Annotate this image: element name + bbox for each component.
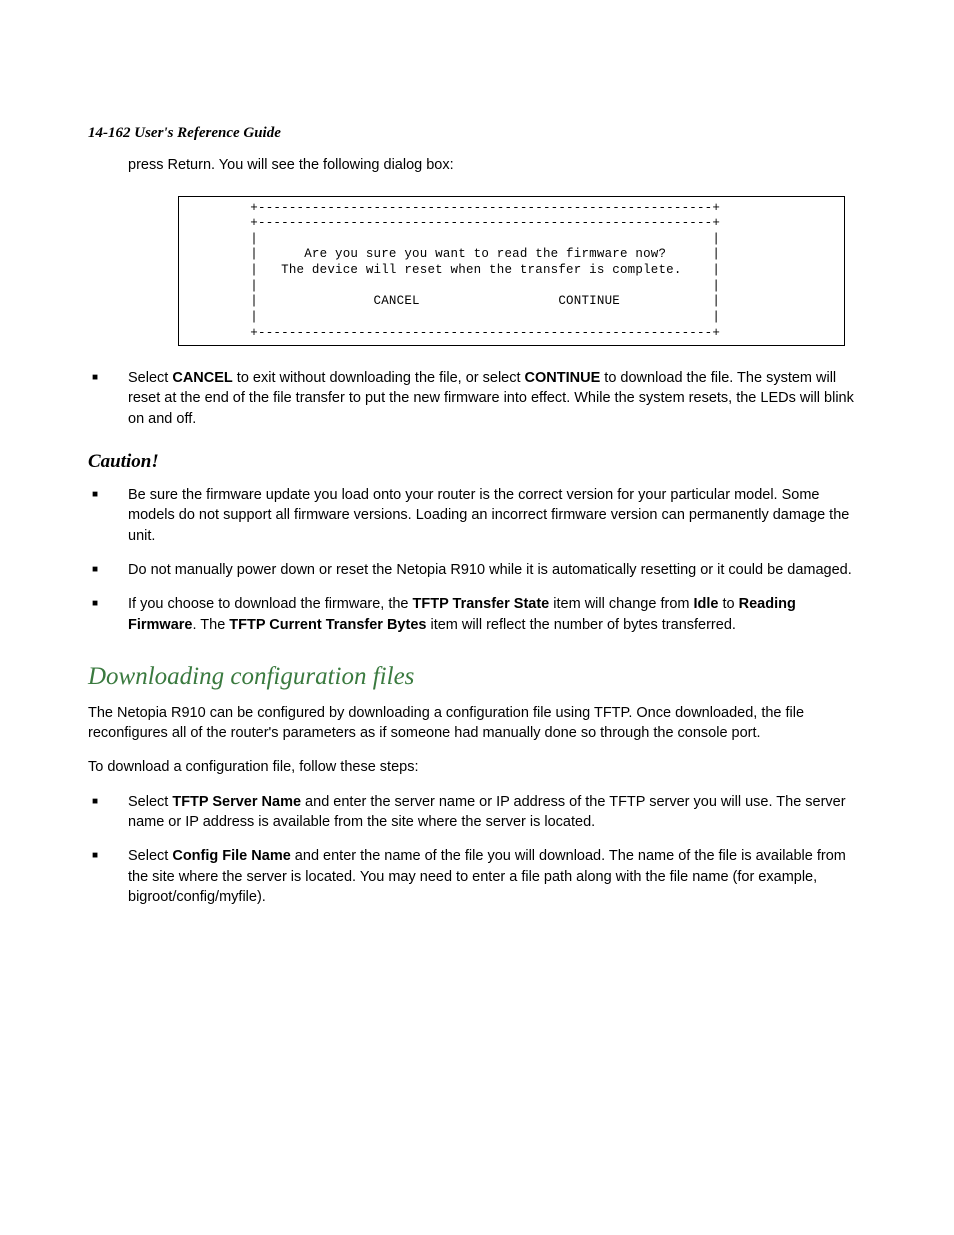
bullet-item: Select Config File Name and enter the na… (88, 846, 866, 907)
bullet-item: Select CANCEL to exit without downloadin… (88, 368, 866, 429)
bold-run: CONTINUE (525, 370, 601, 386)
bold-run: CANCEL (172, 370, 232, 386)
caution-bullet-list: Be sure the firmware update you load ont… (88, 485, 866, 635)
text-run: to (718, 596, 738, 612)
dialog-border-top2: +---------------------------------------… (181, 216, 720, 230)
dialog-buttons: | CANCEL CONTINUE | (181, 294, 720, 308)
text-run: . The (192, 617, 229, 633)
bullet-list-1: Select CANCEL to exit without downloadin… (88, 368, 866, 429)
bold-run: TFTP Current Transfer Bytes (229, 617, 426, 633)
bold-run: TFTP Server Name (172, 794, 301, 810)
dialog-blank2: | | (181, 279, 720, 293)
dialog-ascii: +---------------------------------------… (179, 197, 844, 346)
body-paragraph: To download a configuration file, follow… (88, 757, 866, 777)
section-heading: Downloading configuration files (88, 663, 866, 691)
page-header: 14-162 User's Reference Guide (88, 125, 866, 142)
text-run: Select (128, 848, 172, 864)
dialog-line1: | Are you sure you want to read the firm… (181, 247, 720, 261)
text-run: Select (128, 794, 172, 810)
intro-text: press Return. You will see the following… (128, 156, 866, 176)
document-page: 14-162 User's Reference Guide press Retu… (0, 0, 954, 981)
text-run: item will reflect the number of bytes tr… (426, 617, 735, 633)
dialog-blank3: | | (181, 310, 720, 324)
steps-bullet-list: Select TFTP Server Name and enter the se… (88, 792, 866, 907)
text-run: to exit without downloading the file, or… (233, 370, 525, 386)
text-run: Select (128, 370, 172, 386)
dialog-blank1: | | (181, 232, 720, 246)
dialog-line2: | The device will reset when the transfe… (181, 263, 720, 277)
caution-heading: Caution! (88, 451, 866, 473)
bullet-item: Do not manually power down or reset the … (88, 560, 866, 580)
bullet-item: Be sure the firmware update you load ont… (88, 485, 866, 546)
dialog-box: +---------------------------------------… (178, 196, 845, 347)
text-run: item will change from (549, 596, 693, 612)
dialog-border-bot: +---------------------------------------… (181, 326, 720, 340)
text-run: If you choose to download the firmware, … (128, 596, 413, 612)
dialog-border-top: +---------------------------------------… (181, 201, 720, 215)
bold-run: Idle (694, 596, 719, 612)
body-paragraph: The Netopia R910 can be configured by do… (88, 703, 866, 744)
bold-run: TFTP Transfer State (413, 596, 550, 612)
bullet-item: Select TFTP Server Name and enter the se… (88, 792, 866, 833)
bold-run: Config File Name (172, 848, 290, 864)
bullet-item: If you choose to download the firmware, … (88, 594, 866, 635)
